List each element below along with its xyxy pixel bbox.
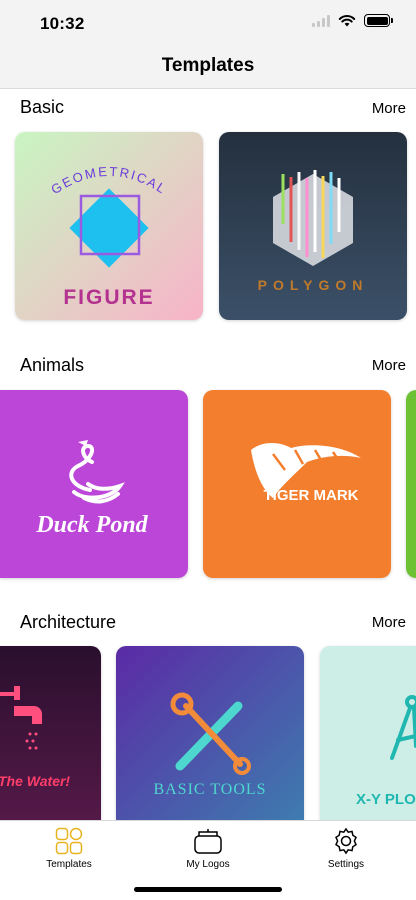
- tab-templates[interactable]: Templates: [24, 825, 114, 870]
- battery-icon: [364, 14, 393, 27]
- gear-icon: [335, 827, 357, 855]
- page-title: Templates: [161, 55, 255, 76]
- home-indicator[interactable]: [134, 887, 282, 892]
- card-text: Duck Pond: [35, 512, 148, 538]
- wifi-icon: [338, 15, 356, 27]
- section-title-architecture: Architecture: [20, 612, 117, 632]
- template-card-xy-plot[interactable]: X-Y PLO: [320, 646, 416, 834]
- tab-settings[interactable]: Settings: [301, 825, 391, 870]
- template-card-partial-green[interactable]: [406, 390, 416, 578]
- tab-label-settings: Settings: [327, 859, 365, 870]
- xy-plot-thumbnail: X-Y PLO: [320, 646, 416, 834]
- template-card-basic-tools[interactable]: BASIC TOOLS: [116, 646, 304, 834]
- tab-label-templates: Templates: [46, 859, 92, 870]
- geometrical-figure-thumbnail: GEOMETRICAL FIGURE: [15, 132, 203, 320]
- partial-card-thumbnail: [406, 390, 416, 578]
- box-icon: [194, 829, 222, 854]
- tiger-mark-thumbnail: TIGER MARK: [203, 390, 391, 578]
- template-card-duck-pond[interactable]: Duck Pond: [0, 390, 188, 578]
- card-line2: FIGURE: [63, 286, 154, 309]
- template-card-tiger-mark[interactable]: TIGER MARK: [203, 390, 391, 578]
- more-button-architecture[interactable]: More: [372, 614, 406, 631]
- template-card-the-water[interactable]: The Water!: [0, 646, 101, 834]
- polygon-thumbnail: POLYGON: [219, 132, 407, 320]
- tab-my-logos[interactable]: My Logos: [163, 825, 253, 870]
- tab-label-my-logos: My Logos: [186, 859, 230, 870]
- template-card-geometrical-figure[interactable]: GEOMETRICAL FIGURE: [15, 132, 203, 320]
- top-bar: 10:32 Templates: [0, 0, 416, 89]
- card-text: TIGER MARK: [264, 487, 359, 504]
- section-title-animals: Animals: [20, 355, 85, 375]
- more-button-animals[interactable]: More: [372, 357, 406, 374]
- status-icons: [312, 14, 393, 27]
- card-text: POLYGON: [258, 277, 369, 293]
- status-time: 10:32: [40, 14, 85, 33]
- templates-grid-icon: [55, 827, 83, 855]
- signal-icon: [312, 14, 330, 27]
- duck-pond-thumbnail: Duck Pond: [0, 390, 188, 578]
- more-button-basic[interactable]: More: [372, 100, 406, 117]
- the-water-thumbnail: The Water!: [0, 646, 101, 834]
- card-text: BASIC TOOLS: [153, 781, 266, 798]
- template-card-polygon[interactable]: POLYGON: [219, 132, 407, 320]
- section-title-basic: Basic: [20, 97, 65, 117]
- card-text: X-Y PLO: [356, 791, 416, 808]
- basic-tools-thumbnail: BASIC TOOLS: [116, 646, 304, 834]
- card-text: The Water!: [0, 773, 70, 789]
